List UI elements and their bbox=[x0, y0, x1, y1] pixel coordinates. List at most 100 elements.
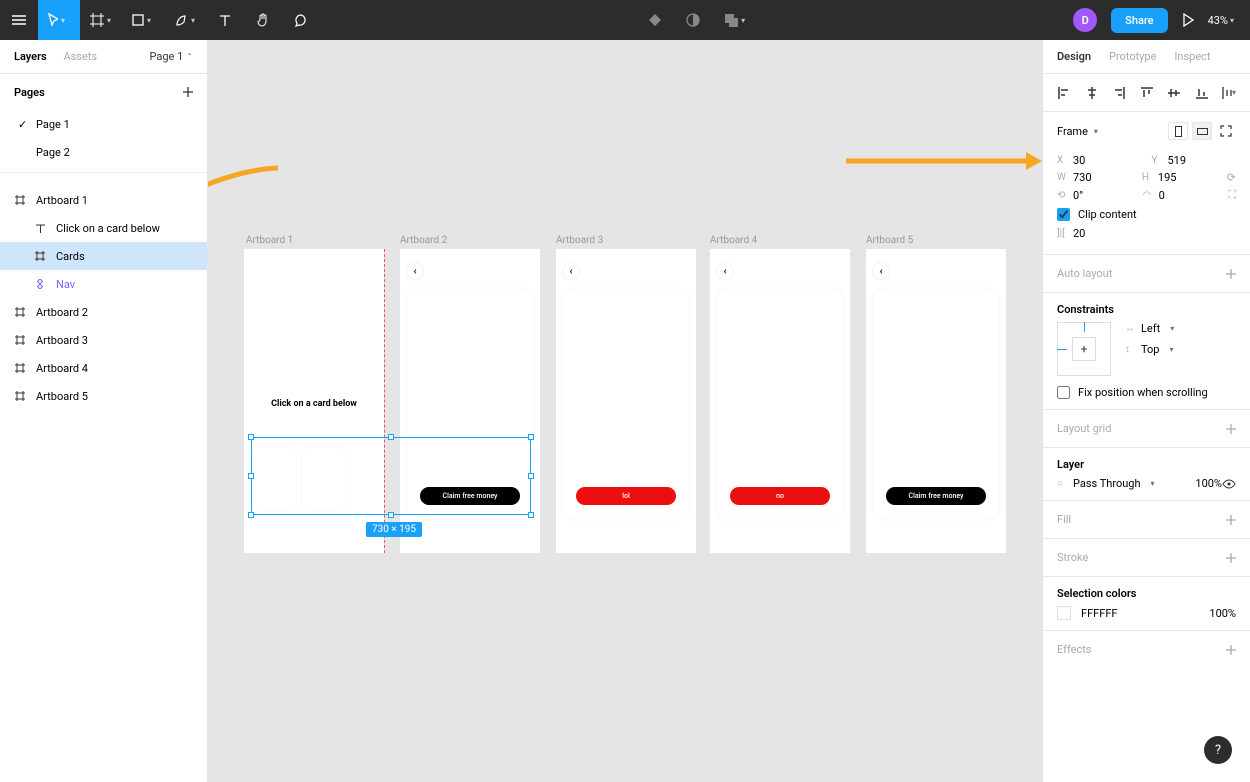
artboard-label[interactable]: Artboard 4 bbox=[710, 235, 757, 246]
page-row[interactable]: ✓ Page 1 bbox=[0, 110, 207, 138]
present-icon[interactable] bbox=[1182, 13, 1194, 27]
add-page-icon[interactable] bbox=[183, 87, 193, 97]
distribute-icon[interactable]: ▾ bbox=[1222, 86, 1236, 100]
radius-field[interactable]: ◠0 bbox=[1143, 188, 1219, 202]
right-panel: Design Prototype Inspect ▾ Frame▾ X30 Y bbox=[1042, 40, 1250, 782]
stroke-section[interactable]: Stroke bbox=[1043, 539, 1250, 577]
align-left-icon[interactable] bbox=[1057, 86, 1071, 100]
tab-layers[interactable]: Layers bbox=[14, 50, 47, 63]
avatar[interactable]: D bbox=[1073, 8, 1097, 32]
selection-dimensions: 730 × 195 bbox=[366, 522, 422, 537]
align-top-icon[interactable] bbox=[1140, 86, 1154, 100]
add-icon[interactable] bbox=[1226, 553, 1236, 563]
layer-header: Layer bbox=[1057, 458, 1084, 471]
back-button[interactable]: ‹ bbox=[873, 263, 889, 279]
layer-artboard2[interactable]: Artboard 2 bbox=[0, 298, 207, 326]
layer-artboard3[interactable]: Artboard 3 bbox=[0, 326, 207, 354]
boolean-tool[interactable]: ▾ bbox=[724, 13, 745, 27]
align-bottom-icon[interactable] bbox=[1195, 86, 1209, 100]
artboard-label[interactable]: Artboard 1 bbox=[246, 235, 293, 246]
align-right-icon[interactable] bbox=[1112, 86, 1126, 100]
frame-icon bbox=[14, 306, 26, 318]
align-center-h-icon[interactable] bbox=[1085, 86, 1099, 100]
artboard-3[interactable]: ‹ lol bbox=[556, 249, 696, 553]
frame-type-dropdown[interactable]: Frame▾ bbox=[1057, 125, 1098, 138]
w-field[interactable]: W730 bbox=[1057, 171, 1132, 184]
spacing-field[interactable]: ]|[20 bbox=[1057, 227, 1236, 240]
constraints-widget[interactable]: + bbox=[1057, 322, 1111, 376]
hand-tool[interactable] bbox=[244, 0, 282, 40]
independent-corners-icon[interactable]: ⛶ bbox=[1228, 188, 1236, 202]
resize-to-fit[interactable] bbox=[1216, 122, 1236, 140]
mask-icon[interactable] bbox=[686, 13, 700, 27]
share-button[interactable]: Share bbox=[1111, 8, 1167, 33]
constrain-proportions-icon[interactable]: ⟳ bbox=[1227, 171, 1236, 184]
align-center-v-icon[interactable] bbox=[1167, 86, 1181, 100]
add-icon[interactable] bbox=[1226, 269, 1236, 279]
frame-icon bbox=[34, 250, 46, 262]
opacity-field[interactable]: 100% bbox=[1195, 477, 1222, 490]
layer-artboard1[interactable]: Artboard 1 bbox=[0, 186, 207, 214]
move-tool[interactable]: ▾ bbox=[38, 0, 80, 40]
color-swatch[interactable] bbox=[1057, 606, 1071, 620]
layer-artboard5[interactable]: Artboard 5 bbox=[0, 382, 207, 410]
tab-inspect[interactable]: Inspect bbox=[1174, 50, 1210, 63]
layer-cards[interactable]: Cards bbox=[0, 242, 207, 270]
visibility-icon[interactable] bbox=[1222, 479, 1236, 489]
canvas[interactable]: Artboard 1 Artboard 2 Artboard 3 Artboar… bbox=[208, 40, 1042, 782]
text-icon bbox=[219, 14, 231, 26]
artboard-4[interactable]: ‹ no bbox=[710, 249, 850, 553]
tab-prototype[interactable]: Prototype bbox=[1109, 50, 1156, 63]
zoom-dropdown[interactable]: 43%▾ bbox=[1208, 14, 1234, 27]
effects-section[interactable]: Effects bbox=[1043, 631, 1250, 668]
back-button[interactable]: ‹ bbox=[717, 263, 733, 279]
layer-nav[interactable]: Nav bbox=[0, 270, 207, 298]
add-icon[interactable] bbox=[1226, 645, 1236, 655]
constraint-v-dropdown[interactable]: ↕Top▾ bbox=[1125, 343, 1236, 356]
cta-button[interactable]: lol bbox=[576, 487, 676, 505]
add-icon[interactable] bbox=[1226, 515, 1236, 525]
shape-tool[interactable]: ▾ bbox=[122, 0, 164, 40]
page-row[interactable]: Page 2 bbox=[0, 138, 207, 166]
artboard-label[interactable]: Artboard 3 bbox=[556, 235, 603, 246]
y-field[interactable]: Y519 bbox=[1152, 154, 1237, 167]
back-button[interactable]: ‹ bbox=[407, 263, 423, 279]
page-selector[interactable]: Page 1⌃ bbox=[150, 50, 194, 63]
blend-mode-dropdown[interactable]: ○Pass Through▾ bbox=[1057, 477, 1195, 490]
comment-icon bbox=[294, 13, 308, 27]
tab-assets[interactable]: Assets bbox=[63, 50, 97, 63]
layout-grid-section[interactable]: Layout grid bbox=[1043, 410, 1250, 448]
orientation-landscape[interactable] bbox=[1192, 122, 1212, 140]
text-tool[interactable] bbox=[206, 0, 244, 40]
color-opacity[interactable]: 100% bbox=[1209, 607, 1236, 620]
artboard-5[interactable]: ‹ Claim free money bbox=[866, 249, 1006, 553]
back-button[interactable]: ‹ bbox=[563, 263, 579, 279]
layer-text[interactable]: Click on a card below bbox=[0, 214, 207, 242]
clip-content-checkbox[interactable] bbox=[1057, 208, 1070, 221]
x-field[interactable]: X30 bbox=[1057, 154, 1142, 167]
pen-tool[interactable]: ▾ bbox=[164, 0, 206, 40]
fill-section[interactable]: Fill bbox=[1043, 501, 1250, 539]
frame-tool[interactable]: ▾ bbox=[80, 0, 122, 40]
fix-position-checkbox[interactable] bbox=[1057, 386, 1070, 399]
cta-button[interactable]: Claim free money bbox=[886, 487, 986, 505]
constraint-h-dropdown[interactable]: ↔Left▾ bbox=[1125, 322, 1236, 335]
h-field[interactable]: H195 bbox=[1142, 171, 1217, 184]
artboard-label[interactable]: Artboard 2 bbox=[400, 235, 447, 246]
selection-box[interactable] bbox=[251, 437, 531, 515]
color-hex[interactable]: FFFFFF bbox=[1081, 607, 1117, 620]
orientation-portrait[interactable] bbox=[1168, 122, 1188, 140]
chevron-down-icon: ▾ bbox=[147, 16, 151, 25]
frame-icon bbox=[90, 13, 104, 27]
tab-design[interactable]: Design bbox=[1057, 50, 1091, 63]
cta-button[interactable]: no bbox=[730, 487, 830, 505]
component-icon[interactable] bbox=[648, 13, 662, 27]
menu-button[interactable] bbox=[0, 0, 38, 40]
add-icon[interactable] bbox=[1226, 424, 1236, 434]
layer-artboard4[interactable]: Artboard 4 bbox=[0, 354, 207, 382]
comment-tool[interactable] bbox=[282, 0, 320, 40]
rotation-field[interactable]: ⟲0° bbox=[1057, 188, 1133, 202]
artboard-label[interactable]: Artboard 5 bbox=[866, 235, 913, 246]
help-button[interactable]: ? bbox=[1204, 736, 1232, 764]
auto-layout-section[interactable]: Auto layout bbox=[1043, 255, 1250, 293]
